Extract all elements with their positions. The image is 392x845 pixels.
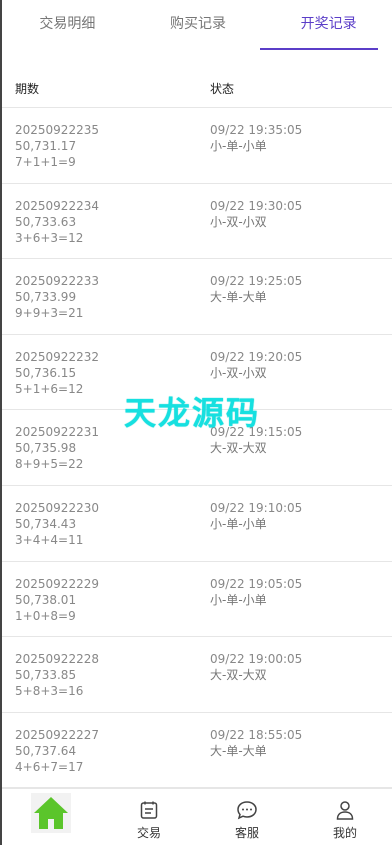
sum-formula: 3+4+4=11 (15, 532, 84, 547)
draw-time: 09/22 19:05:05 (210, 576, 303, 591)
document-icon (139, 799, 159, 821)
period-number: 20250922229 (15, 576, 99, 591)
draw-value: 50,733.63 (15, 214, 77, 229)
period-number: 20250922230 (15, 500, 99, 515)
result-status: 小-单-小单 (210, 592, 267, 607)
table-row: 20250922229 50,738.01 1+0+8=9 09/22 19:0… (2, 562, 392, 638)
draw-value: 50,734.43 (15, 516, 77, 531)
draw-time: 09/22 19:00:05 (210, 652, 303, 667)
sum-formula: 9+9+3=21 (15, 306, 84, 321)
home-icon (31, 793, 71, 833)
period-number: 20250922233 (15, 274, 99, 289)
active-tab-indicator (260, 48, 378, 50)
table-row: 20250922230 50,734.43 3+4+4=11 09/22 19:… (2, 486, 392, 562)
chat-icon (236, 799, 258, 821)
bottom-navigation: 交易 客服 我的 (2, 788, 392, 845)
header-period: 期数 (15, 82, 40, 96)
tab-transaction-details[interactable]: 交易明细 (2, 0, 133, 52)
nav-trade[interactable]: 交易 (100, 789, 198, 845)
draw-time: 09/22 19:20:05 (210, 349, 303, 364)
header-status: 状态 (210, 82, 235, 96)
draw-time: 09/22 19:25:05 (210, 274, 303, 289)
result-status: 大-双-大双 (210, 668, 267, 683)
result-status: 小-单-小单 (210, 139, 267, 153)
draw-time: 09/22 19:30:05 (210, 198, 303, 213)
tab-purchase-records[interactable]: 购买记录 (133, 0, 264, 52)
table-row: 20250922234 50,733.63 3+6+3=12 09/22 19:… (2, 184, 392, 260)
result-status: 小-单-小单 (210, 516, 267, 531)
table-row: 20250922228 50,733.85 5+8+3=16 09/22 19:… (2, 637, 392, 713)
tab-draw-records[interactable]: 开奖记录 (263, 0, 392, 52)
sum-formula: 1+0+8=9 (15, 608, 76, 623)
sum-formula: 4+6+7=17 (15, 759, 84, 774)
draw-value: 50,733.99 (15, 290, 77, 305)
table-row: 20250922235 50,731.17 7+1+1=9 09/22 19:3… (2, 108, 392, 184)
period-number: 20250922227 (15, 727, 99, 742)
result-status: 小-双-小双 (210, 214, 267, 229)
period-number: 20250922232 (15, 349, 99, 364)
nav-trade-label: 交易 (136, 826, 161, 840)
result-status: 大-单-大单 (210, 290, 267, 305)
sum-formula: 5+1+6=12 (15, 381, 84, 396)
period-number: 20250922231 (15, 425, 99, 440)
period-number: 20250922234 (15, 198, 99, 213)
period-number: 20250922228 (15, 652, 99, 667)
nav-profile-label: 我的 (332, 826, 357, 840)
watermark-text: 天龙源码 (124, 394, 261, 432)
draw-time: 09/22 19:10:05 (210, 500, 303, 515)
result-status: 小-双-小双 (210, 365, 267, 380)
period-number: 20250922235 (15, 123, 99, 137)
sum-formula: 5+8+3=16 (15, 684, 84, 699)
nav-profile[interactable]: 我的 (296, 789, 392, 845)
draw-value: 50,736.15 (15, 365, 77, 380)
table-row: 20250922233 50,733.99 9+9+3=21 09/22 19:… (2, 259, 392, 335)
draw-value: 50,738.01 (15, 592, 77, 607)
draw-value: 50,735.98 (15, 441, 77, 456)
nav-home[interactable] (2, 789, 100, 845)
draw-record-list: 20250922235 50,731.17 7+1+1=9 09/22 19:3… (2, 108, 392, 789)
draw-time: 09/22 19:35:05 (210, 123, 303, 137)
nav-customer-service[interactable]: 客服 (198, 789, 296, 845)
user-icon (335, 799, 355, 821)
table-header: 期数 状态 (2, 64, 392, 108)
draw-value: 50,737.64 (15, 743, 77, 758)
table-row: 20250922227 50,737.64 4+6+7=17 09/22 18:… (2, 713, 392, 789)
draw-value: 50,733.85 (15, 668, 77, 683)
tab-bar: 交易明细 购买记录 开奖记录 (2, 0, 392, 52)
result-status: 大-单-大单 (210, 743, 267, 758)
result-status: 大-双-大双 (210, 441, 267, 456)
sum-formula: 7+1+1=9 (15, 155, 76, 169)
app-frame: 交易明细 购买记录 开奖记录 期数 状态 20250922235 50,731.… (0, 0, 392, 845)
nav-customer-service-label: 客服 (234, 826, 259, 840)
sum-formula: 8+9+5=22 (15, 457, 84, 472)
sum-formula: 3+6+3=12 (15, 230, 84, 245)
draw-time: 09/22 18:55:05 (210, 727, 303, 742)
draw-value: 50,731.17 (15, 139, 77, 153)
